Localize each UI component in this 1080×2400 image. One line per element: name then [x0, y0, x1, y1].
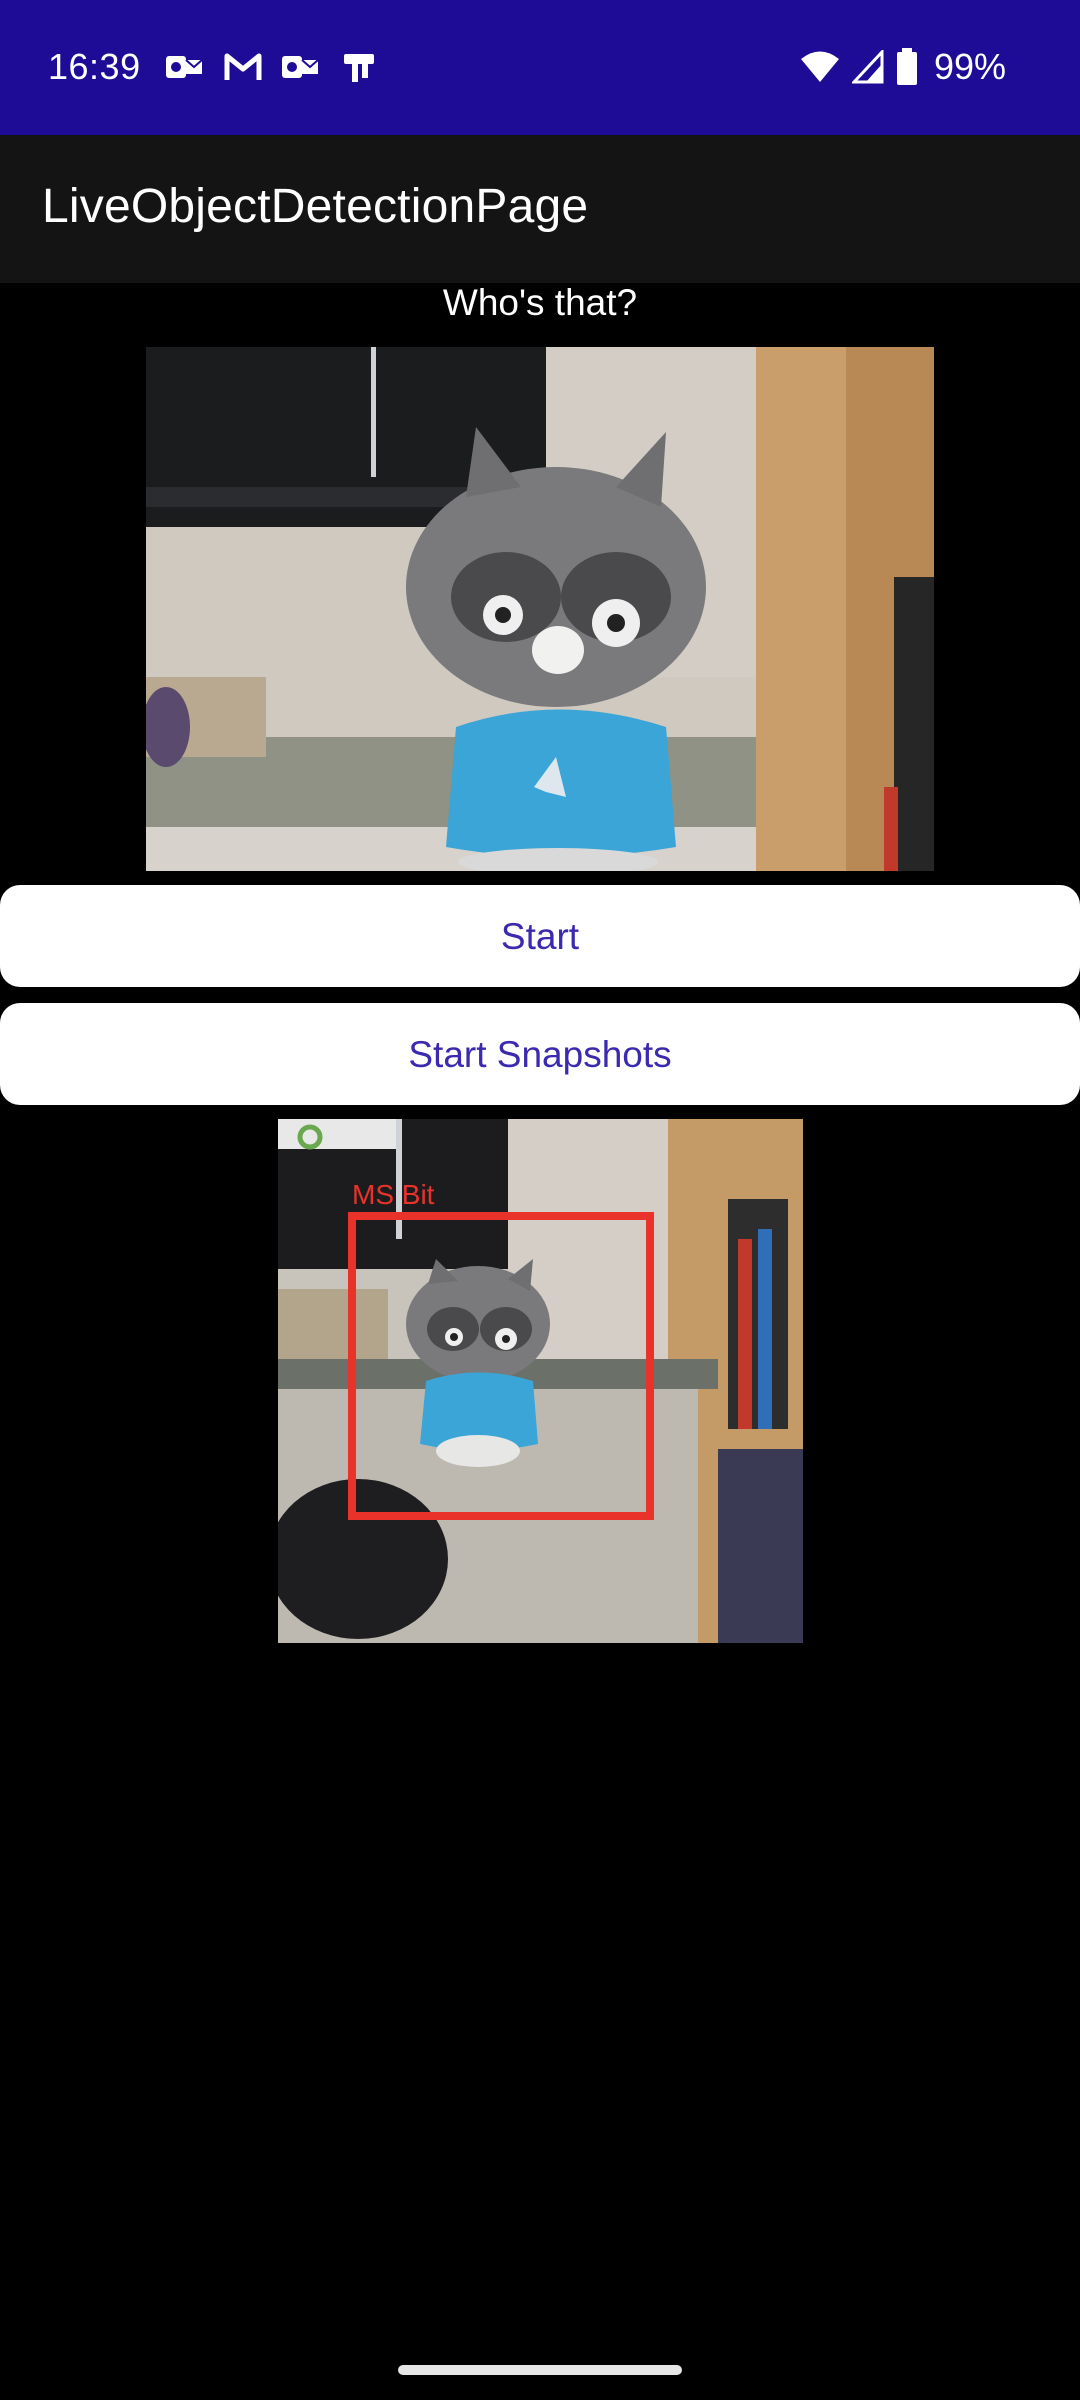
subtitle: Who's that? — [442, 282, 638, 323]
page-title: LiveObjectDetectionPage — [42, 180, 589, 233]
detection-snapshot-image: MS Bit — [278, 1119, 803, 1643]
detection-bounding-box — [348, 1212, 654, 1520]
outlook-icon — [282, 56, 319, 78]
cellular-signal-icon — [851, 50, 884, 84]
system-status: 99% — [800, 46, 1006, 88]
gmail-icon — [224, 53, 262, 80]
camera-preview-image — [146, 347, 934, 871]
start-snapshots-button[interactable]: Start Snapshots — [0, 1003, 1080, 1105]
battery-icon — [896, 48, 917, 85]
detection-label: MS Bit — [352, 1179, 435, 1210]
teams-icon — [344, 54, 374, 82]
outlook-icon — [166, 56, 203, 78]
status-bar: 16:39 99% — [0, 0, 1080, 135]
home-indicator[interactable] — [398, 2365, 682, 2375]
battery-percent: 99% — [933, 46, 1006, 87]
app-bar: LiveObjectDetectionPage — [0, 135, 1080, 283]
start-button[interactable]: Start — [0, 885, 1080, 987]
wifi-icon — [800, 51, 839, 82]
notification-icons — [166, 50, 378, 84]
status-time: 16:39 — [48, 46, 141, 87]
